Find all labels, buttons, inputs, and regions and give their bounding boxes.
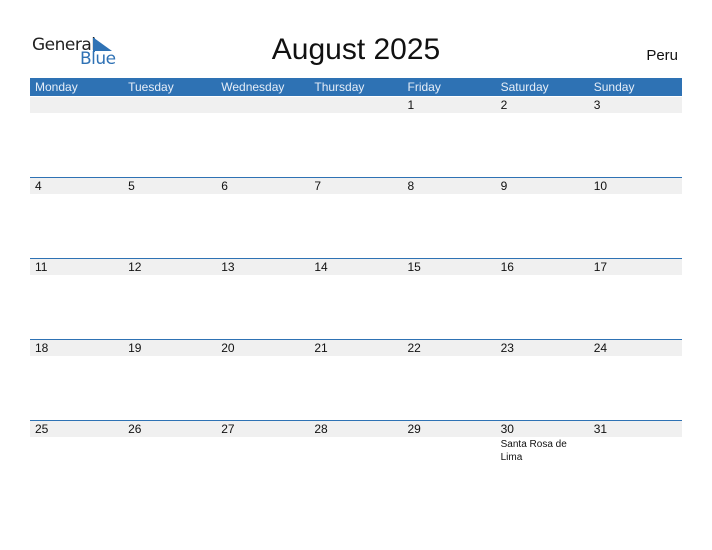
day-cell: 26 <box>128 422 142 436</box>
day-cell: 11 <box>35 260 48 274</box>
day-cell: 12 <box>128 260 142 274</box>
weekday-saturday: Saturday <box>500 80 549 94</box>
day-cell: 8 <box>407 179 415 193</box>
day-cell: 10 <box>593 179 608 193</box>
day-cell: 18 <box>35 341 49 355</box>
holiday-note: Santa Rosa de Lima <box>500 439 567 463</box>
weekday-tuesday: Tuesday <box>128 80 174 94</box>
day-cell <box>30 97 123 113</box>
day-cell: 7 <box>314 179 322 193</box>
day-cell: 5 <box>128 179 135 193</box>
weekday-monday: Monday <box>35 80 78 94</box>
day-cell: 20 <box>221 341 235 355</box>
holiday-note <box>309 437 402 464</box>
weekday-sunday: Sunday <box>593 80 635 94</box>
day-cell <box>123 97 216 113</box>
holiday-note <box>589 437 682 464</box>
week-row-3: 11 12 13 14 15 16 17 <box>30 258 682 275</box>
day-cell: 6 <box>221 179 228 193</box>
day-cell: 28 <box>314 422 328 436</box>
weekday-wednesday: Wednesday <box>221 80 285 94</box>
day-cell: 23 <box>500 341 514 355</box>
day-cell: 13 <box>221 260 235 274</box>
day-cell: 21 <box>314 341 328 355</box>
day-cell <box>309 97 402 113</box>
holiday-notes: Santa Rosa de Lima <box>30 437 682 464</box>
day-cell: 25 <box>35 422 49 436</box>
day-cell: 19 <box>128 341 142 355</box>
week-row-1: 1 2 3 <box>30 97 682 113</box>
day-cell: 22 <box>407 341 421 355</box>
holiday-note <box>403 437 496 464</box>
date-band: 1 2 3 <box>30 97 682 113</box>
day-cell: 4 <box>35 179 42 193</box>
day-cell: 3 <box>593 98 601 112</box>
calendar-title: August 2025 <box>271 33 441 66</box>
holiday-note <box>123 437 216 464</box>
day-cell: 24 <box>593 341 608 355</box>
day-cell: 9 <box>500 179 508 193</box>
country-label: Peru <box>646 47 678 64</box>
day-cell: 29 <box>407 422 421 436</box>
day-cell: 16 <box>500 260 514 274</box>
weekday-header: Monday Tuesday Wednesday Thursday Friday… <box>30 78 682 96</box>
day-cell: 27 <box>221 422 235 436</box>
day-cell: 15 <box>407 260 421 274</box>
week-row-5: 25 26 27 28 29 30 31 Santa Rosa de Lima <box>30 420 682 464</box>
day-cell <box>216 97 309 113</box>
weekday-thursday: Thursday <box>314 80 365 94</box>
date-band: 4 5 6 7 8 9 10 <box>30 178 682 194</box>
holiday-note <box>216 437 309 464</box>
day-cell: 17 <box>593 260 608 274</box>
weekday-friday: Friday <box>407 80 441 94</box>
date-band: 25 26 27 28 29 30 31 <box>30 421 682 437</box>
day-cell: 2 <box>500 98 508 112</box>
holiday-note <box>30 437 123 464</box>
date-band: 11 12 13 14 15 16 17 <box>30 259 682 275</box>
week-row-2: 4 5 6 7 8 9 10 <box>30 177 682 194</box>
day-cell: 31 <box>593 422 608 436</box>
day-cell: 14 <box>314 260 328 274</box>
date-band: 18 19 20 21 22 23 24 <box>30 340 682 356</box>
day-cell: 30 <box>500 422 514 436</box>
week-row-4: 18 19 20 21 22 23 24 <box>30 339 682 356</box>
day-cell: 1 <box>407 98 415 112</box>
